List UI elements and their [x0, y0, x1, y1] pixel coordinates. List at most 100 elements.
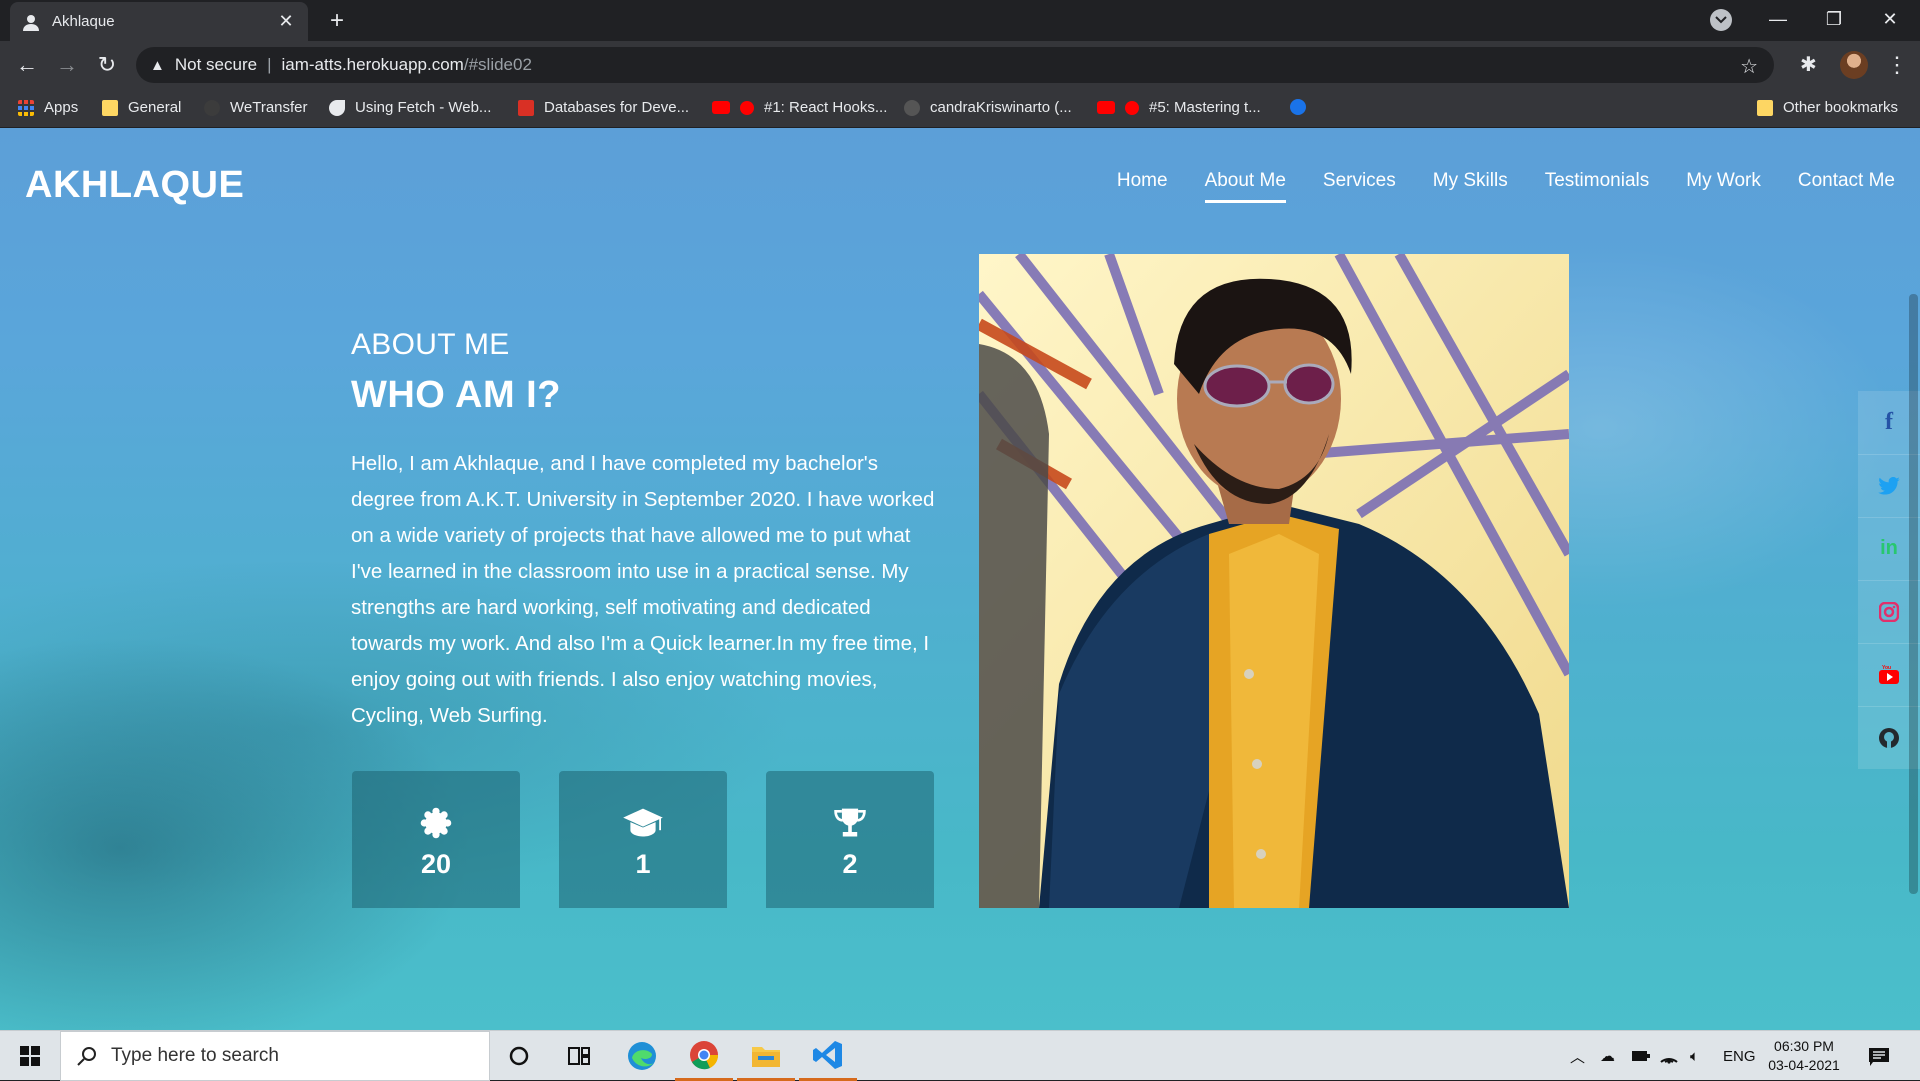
bookmark-label: WeTransfer	[230, 99, 308, 116]
volume-icon[interactable]: 🔈︎	[1690, 1031, 1699, 1081]
tab-search-icon[interactable]	[1710, 9, 1732, 31]
windows-logo-icon	[20, 1046, 40, 1066]
folder-icon	[1757, 99, 1773, 116]
bookmark-label: Other bookmarks	[1783, 99, 1899, 116]
person-icon	[23, 14, 39, 31]
bookmark-wetransfer[interactable]: WeTransfer	[204, 99, 308, 116]
language-indicator[interactable]: ENG	[1723, 1031, 1756, 1081]
nav-testimonials[interactable]: Testimonials	[1545, 170, 1650, 203]
tab-strip: Akhlaque ✕ + — ❐ ✕	[0, 0, 1920, 41]
stat-card-education: 1	[559, 771, 727, 908]
stat-value: 2	[842, 849, 858, 879]
bookmark-label: Using Fetch - Web...	[355, 99, 492, 116]
bookmarks-bar: Apps General WeTransfer Using Fetch - We…	[0, 89, 1920, 128]
search-placeholder: Type here to search	[111, 1045, 279, 1066]
other-bookmarks[interactable]: Other bookmarks	[1757, 99, 1898, 116]
vscode-icon[interactable]	[799, 1031, 857, 1081]
bookmark-label: Apps	[44, 99, 79, 116]
record-dot-icon	[740, 100, 754, 115]
bookmark-label: #5: Mastering t...	[1149, 99, 1261, 116]
nav-about-me[interactable]: About Me	[1204, 170, 1286, 203]
bookmark-label: candraKriswinarto (...	[930, 99, 1072, 116]
tab-close-icon[interactable]: ✕	[276, 11, 296, 32]
graduation-cap-icon	[623, 808, 663, 837]
bookmark-star-icon[interactable]: ☆	[1740, 54, 1758, 79]
trophy-icon	[834, 808, 866, 837]
stat-card-projects: 20	[352, 771, 520, 908]
onedrive-icon[interactable]: ☁	[1600, 1031, 1615, 1081]
bookmark-react-hooks[interactable]: #1: React Hooks...	[712, 99, 887, 116]
tab-title: Akhlaque	[52, 13, 115, 30]
folder-icon	[102, 99, 118, 116]
browser-toolbar: ← → ↻ ▲ Not secure | iam-atts.herokuapp.…	[0, 41, 1920, 89]
url-separator: |	[267, 55, 272, 74]
youtube-icon	[1097, 101, 1115, 114]
new-tab-button[interactable]: +	[323, 8, 351, 36]
bookmark-label: #1: React Hooks...	[764, 99, 888, 116]
mdn-icon	[329, 99, 345, 116]
svg-text:You: You	[1882, 665, 1891, 671]
bookmark-overflow[interactable]	[1290, 99, 1316, 115]
site-nav: Home About Me Services My Skills Testimo…	[1117, 170, 1895, 203]
address-bar[interactable]: ▲ Not secure | iam-atts.herokuapp.com /#…	[136, 47, 1774, 83]
edge-icon[interactable]	[613, 1031, 671, 1081]
task-view-icon[interactable]	[550, 1031, 608, 1081]
chrome-icon[interactable]	[675, 1031, 733, 1081]
browser-tab[interactable]: Akhlaque ✕	[10, 2, 308, 41]
section-heading: WHO AM I?	[351, 374, 561, 416]
record-dot-icon	[1125, 100, 1139, 115]
windows-taskbar: Type here to search ︿ ☁ 🔈︎ ENG 06:30 PM …	[0, 1030, 1920, 1081]
bookmark-candra[interactable]: candraKriswinarto (...	[904, 99, 1072, 116]
clock-time: 06:30 PM	[1774, 1038, 1834, 1054]
bio-paragraph: Hello, I am Akhlaque, and I have complet…	[351, 452, 935, 727]
stat-value: 1	[635, 849, 651, 879]
bookmark-general[interactable]: General	[102, 99, 181, 116]
bookmark-databases[interactable]: Databases for Deve...	[518, 99, 689, 116]
stat-card-awards: 2	[766, 771, 934, 908]
page-viewport: AKHLAQUE Home About Me Services My Skill…	[0, 128, 1920, 1030]
clock-date: 03-04-2021	[1768, 1057, 1840, 1073]
url-host[interactable]: iam-atts.herokuapp.com	[281, 55, 463, 75]
battery-icon[interactable]	[1632, 1031, 1650, 1081]
system-clock[interactable]: 06:30 PM 03-04-2021	[1756, 1037, 1852, 1075]
minimize-button[interactable]: —	[1750, 0, 1806, 41]
taskbar-search[interactable]: Type here to search	[60, 1031, 490, 1081]
badge-icon	[420, 807, 452, 839]
profile-avatar[interactable]	[1840, 51, 1868, 79]
stat-value: 20	[420, 849, 452, 879]
menu-dots-icon[interactable]: ⋮	[1886, 52, 1908, 78]
wetransfer-icon	[204, 99, 220, 116]
nav-my-skills[interactable]: My Skills	[1433, 170, 1508, 203]
wifi-icon[interactable]	[1660, 1031, 1678, 1081]
reload-icon[interactable]: ↻	[92, 51, 122, 81]
warning-icon[interactable]: ▲	[150, 57, 165, 74]
nav-home[interactable]: Home	[1117, 170, 1168, 203]
profile-photo	[979, 254, 1569, 908]
bookmark-label: Databases for Deve...	[544, 99, 690, 116]
bookmark-mastering[interactable]: #5: Mastering t...	[1097, 99, 1261, 116]
page-scrollbar[interactable]	[1909, 294, 1918, 894]
search-icon	[77, 1047, 96, 1066]
file-explorer-icon[interactable]	[737, 1031, 795, 1081]
forward-arrow-icon[interactable]: →	[52, 51, 82, 81]
youtube-icon	[712, 101, 730, 114]
restore-button[interactable]: ❐	[1806, 0, 1862, 41]
bookmark-label: General	[128, 99, 182, 116]
github-icon	[904, 99, 920, 116]
windows-start-button[interactable]	[0, 1031, 60, 1081]
url-path[interactable]: /#slide02	[464, 55, 532, 75]
nav-my-work[interactable]: My Work	[1686, 170, 1761, 203]
bookmark-apps[interactable]: Apps	[18, 99, 78, 116]
site-brand[interactable]: AKHLAQUE	[25, 164, 244, 207]
notifications-icon[interactable]	[1868, 1031, 1890, 1081]
extensions-puzzle-icon[interactable]: ✱	[1800, 52, 1817, 77]
cortana-icon[interactable]	[490, 1031, 548, 1081]
close-window-button[interactable]: ✕	[1862, 0, 1918, 41]
tray-chevron-icon[interactable]: ︿	[1570, 1031, 1585, 1081]
bookmark-using-fetch[interactable]: Using Fetch - Web...	[329, 99, 491, 116]
nav-contact-me[interactable]: Contact Me	[1798, 170, 1895, 203]
security-label[interactable]: Not secure	[175, 55, 257, 75]
section-label: ABOUT ME	[351, 328, 510, 361]
back-arrow-icon[interactable]: ←	[12, 51, 42, 81]
nav-services[interactable]: Services	[1323, 170, 1396, 203]
